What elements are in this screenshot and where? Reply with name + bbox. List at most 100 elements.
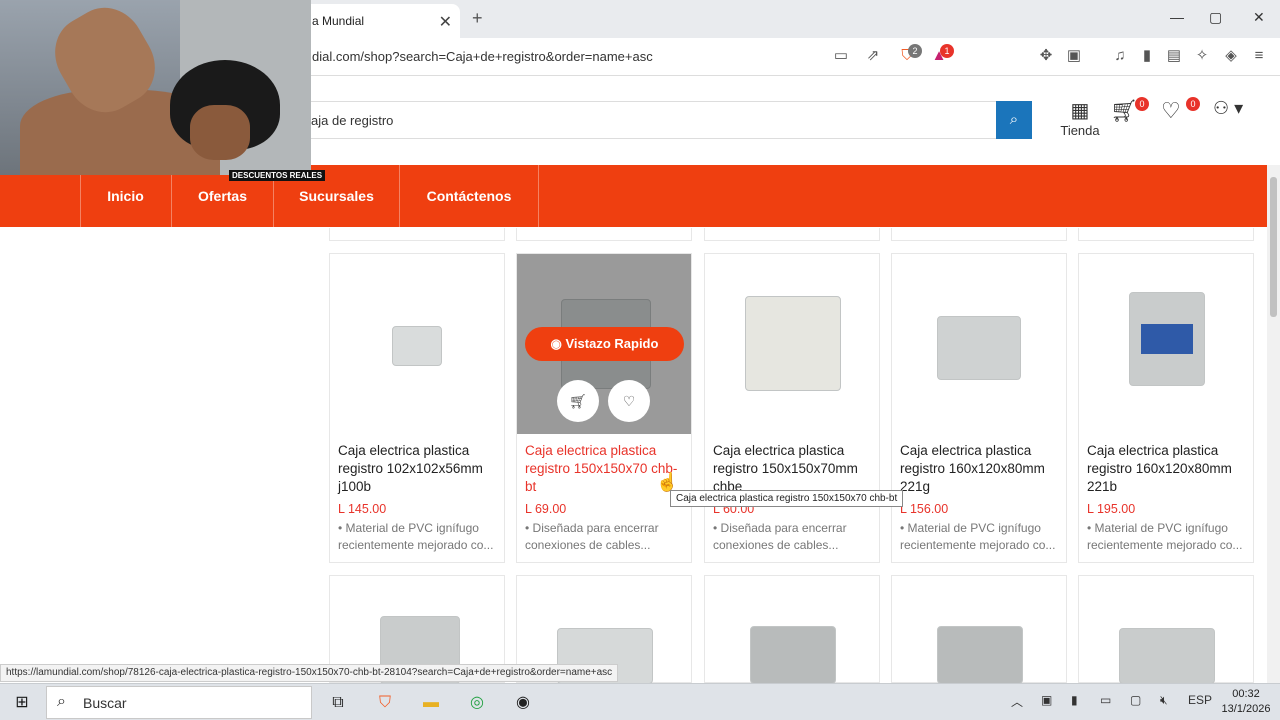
card-edge — [891, 228, 1067, 241]
microphone-icon[interactable]: ▮ — [1071, 693, 1078, 707]
store-label: Tienda — [1060, 123, 1100, 138]
product-price: L 69.00 — [525, 502, 567, 516]
new-tab-button[interactable]: + — [472, 8, 483, 29]
user-icon[interactable]: ⚇ ▾ — [1213, 98, 1243, 119]
box-shape — [1119, 628, 1215, 684]
product-price: L 195.00 — [1087, 502, 1136, 516]
product-price: L 156.00 — [900, 502, 949, 516]
nav-item-contactenos[interactable]: Contáctenos — [400, 165, 539, 227]
network-tray-icon[interactable]: ▣ — [1041, 693, 1052, 707]
maximize-icon[interactable]: ▢ — [1209, 9, 1222, 26]
card-edge — [516, 228, 692, 241]
heart-icon: ♡ — [622, 393, 636, 409]
card-edge — [704, 228, 880, 241]
product-card[interactable] — [891, 575, 1067, 684]
scrollbar[interactable] — [1267, 165, 1280, 685]
chevron-up-icon[interactable]: ︿ — [1011, 693, 1023, 710]
cart-icon[interactable]: 🛒︎ — [1110, 98, 1138, 124]
search-icon: ⌕ — [1009, 111, 1019, 128]
heart-icon[interactable]: ♡ — [1161, 98, 1181, 124]
taskbar-search-placeholder: Buscar — [83, 695, 127, 711]
task-view-icon[interactable]: ⧉ — [326, 691, 350, 715]
clock-date: 13/1/2026 — [1221, 703, 1271, 715]
close-window-icon[interactable]: ✕ — [1253, 9, 1265, 26]
language-indicator[interactable]: ESP — [1188, 693, 1212, 707]
tooltip: Caja electrica plastica registro 150x150… — [670, 490, 904, 507]
display-icon[interactable]: ▢ — [1130, 693, 1141, 707]
product-desc: • Diseñada para encerrar conexiones de c… — [713, 521, 847, 552]
taskbar-search[interactable]: ⌕ Buscar — [46, 686, 312, 719]
alert-badge: 1 — [940, 44, 954, 58]
whatsapp-icon[interactable]: ◎ — [465, 691, 489, 715]
product-desc: • Material de PVC ignífugo recientemente… — [1087, 521, 1243, 552]
card-edge — [1078, 228, 1254, 241]
product-image[interactable] — [330, 254, 504, 434]
box-shape — [937, 316, 1021, 380]
search-input[interactable]: aja de registro — [300, 101, 996, 139]
cart-badge: 0 — [1135, 97, 1149, 111]
box-shape — [392, 326, 442, 366]
cart-icon: 🛒︎ — [569, 393, 587, 409]
product-desc: • Diseñada para encerrar conexiones de c… — [525, 521, 659, 552]
product-card[interactable]: Caja electrica plastica registro 102x102… — [329, 253, 505, 563]
product-title[interactable]: Caja electrica plastica registro 102x102… — [338, 442, 498, 496]
vpn-icon[interactable]: ◈ — [1222, 47, 1240, 65]
tab-title: a Mundial — [312, 14, 365, 28]
battery-icon[interactable]: ▭ — [1100, 693, 1111, 707]
product-card[interactable] — [1078, 575, 1254, 684]
shield-badge: 2 — [908, 44, 922, 58]
clock-time: 00:32 — [1232, 688, 1260, 700]
wishlist-badge: 0 — [1186, 97, 1200, 111]
product-card[interactable] — [704, 575, 880, 684]
windows-start-icon[interactable]: ⊞ — [10, 691, 34, 715]
product-price: L 145.00 — [338, 502, 387, 516]
box-label — [1141, 324, 1193, 354]
search-icon: ⌕ — [57, 693, 66, 710]
product-image[interactable] — [892, 254, 1066, 434]
cast-icon[interactable]: ▭ — [832, 47, 850, 65]
store-link[interactable]: ▦ Tienda — [1058, 98, 1102, 138]
share-icon[interactable]: ⇗ — [864, 47, 882, 65]
clock[interactable]: 00:32 13/1/2026 — [1218, 687, 1274, 717]
wallet-icon[interactable]: ▤ — [1165, 47, 1183, 65]
file-explorer-icon[interactable]: ▬ — [419, 691, 443, 715]
product-card[interactable]: Caja electrica plastica registro 160x120… — [1078, 253, 1254, 563]
sidebar-icon[interactable]: ▮ — [1138, 47, 1156, 65]
product-card[interactable]: Caja electrica plastica registro 150x150… — [516, 253, 692, 563]
reader-icon[interactable]: ▣ — [1065, 47, 1083, 65]
product-title[interactable]: Caja electrica plastica registro 150x150… — [713, 442, 873, 496]
webcam-overlay — [0, 0, 311, 175]
box-shape — [937, 626, 1023, 684]
extensions-icon[interactable]: ✥ — [1037, 47, 1055, 65]
product-title[interactable]: Caja electrica plastica registro 160x120… — [900, 442, 1060, 496]
product-card[interactable]: Caja electrica plastica registro 150x150… — [704, 253, 880, 563]
add-to-cart-button[interactable]: 🛒︎ — [557, 380, 599, 422]
close-tab-icon[interactable]: ✕ — [439, 12, 452, 32]
box-shape — [745, 296, 841, 391]
taskbar: ⊞ ⌕ Buscar ⧉ ⛉ ▬ ◎ ◉ ︿ ▣ ▮ ▭ ▢ 🔇︎ ESP 00… — [0, 683, 1280, 720]
product-card[interactable]: Caja electrica plastica registro 160x120… — [891, 253, 1067, 563]
box-shape — [750, 626, 836, 684]
obs-icon[interactable]: ◉ — [511, 691, 535, 715]
address-bar[interactable]: dial.com/shop?search=Caja+de+registro&or… — [312, 49, 653, 64]
browser-tab[interactable]: a Mundial ✕ — [300, 4, 460, 38]
product-desc: • Material de PVC ignífugo recientemente… — [900, 521, 1056, 552]
brave-icon[interactable]: ⛉ — [373, 691, 397, 715]
menu-icon[interactable]: ≡ — [1250, 47, 1268, 65]
product-title[interactable]: Caja electrica plastica registro 160x120… — [1087, 442, 1247, 496]
add-to-wishlist-button[interactable]: ♡ — [608, 380, 650, 422]
product-image[interactable] — [705, 254, 879, 434]
leo-ai-icon[interactable]: ✧ — [1193, 47, 1211, 65]
scrollbar-thumb[interactable] — [1270, 177, 1277, 317]
eye-icon: ◉ — [550, 336, 566, 351]
promo-tag: DESCUENTOS REALES — [229, 170, 326, 181]
speaker-muted-icon[interactable]: 🔇︎ — [1160, 693, 1168, 708]
music-icon[interactable]: ♫ — [1111, 47, 1129, 65]
webcam-person-face — [190, 105, 250, 160]
building-icon: ▦ — [1070, 100, 1090, 122]
status-url: https://lamundial.com/shop/78126-caja-el… — [0, 664, 619, 682]
search-button[interactable]: ⌕ — [996, 101, 1032, 139]
product-image[interactable] — [1079, 254, 1253, 434]
minimize-icon[interactable]: — — [1170, 9, 1184, 25]
quick-view-button[interactable]: ◉ Vistazo Rapido — [525, 327, 684, 361]
